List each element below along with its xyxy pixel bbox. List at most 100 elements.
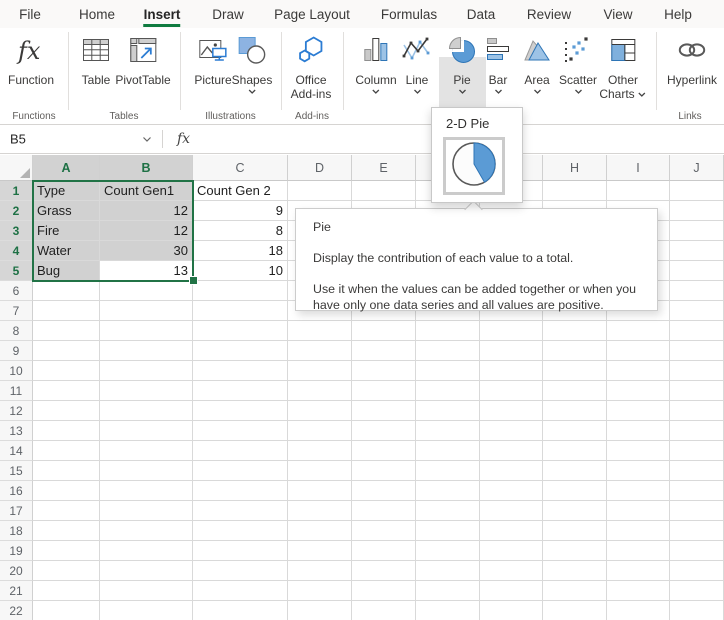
cell-B13[interactable] (100, 421, 193, 441)
cell-J22[interactable] (670, 601, 724, 620)
cell-B6[interactable] (100, 281, 193, 301)
cell-B1[interactable]: Count Gen1 (100, 181, 193, 201)
cell-B12[interactable] (100, 401, 193, 421)
cell-A17[interactable] (33, 501, 100, 521)
cell-B22[interactable] (100, 601, 193, 620)
cell-C2[interactable]: 9 (193, 201, 288, 221)
cell-H12[interactable] (543, 401, 607, 421)
row-header-19[interactable]: 19 (0, 541, 33, 561)
cell-J19[interactable] (670, 541, 724, 561)
shapes-button[interactable]: Shapes (232, 30, 273, 95)
cell-I11[interactable] (607, 381, 670, 401)
cell-I10[interactable] (607, 361, 670, 381)
chevron-down-icon[interactable] (573, 89, 582, 95)
cell-I1[interactable] (607, 181, 670, 201)
cell-J8[interactable] (670, 321, 724, 341)
cell-H1[interactable] (543, 181, 607, 201)
cell-D11[interactable] (288, 381, 352, 401)
cell-B17[interactable] (100, 501, 193, 521)
cell-D8[interactable] (288, 321, 352, 341)
cell-B15[interactable] (100, 461, 193, 481)
cell-D13[interactable] (288, 421, 352, 441)
column-header-D[interactable]: D (288, 155, 352, 181)
cell-C9[interactable] (193, 341, 288, 361)
cell-F10[interactable] (416, 361, 480, 381)
cell-C3[interactable]: 8 (193, 221, 288, 241)
row-header-3[interactable]: 3 (0, 221, 33, 241)
area-button[interactable]: Area (521, 30, 553, 95)
cell-A20[interactable] (33, 561, 100, 581)
cell-A5[interactable]: Bug (33, 261, 100, 281)
row-header-7[interactable]: 7 (0, 301, 33, 321)
cell-F11[interactable] (416, 381, 480, 401)
cell-G14[interactable] (480, 441, 543, 461)
cell-A9[interactable] (33, 341, 100, 361)
cell-E16[interactable] (352, 481, 416, 501)
cell-B7[interactable] (100, 301, 193, 321)
cell-C12[interactable] (193, 401, 288, 421)
cell-C6[interactable] (193, 281, 288, 301)
cell-E8[interactable] (352, 321, 416, 341)
cell-C10[interactable] (193, 361, 288, 381)
pivottable-button[interactable]: PivotTable (115, 30, 170, 87)
cell-G20[interactable] (480, 561, 543, 581)
cell-C22[interactable] (193, 601, 288, 620)
row-header-9[interactable]: 9 (0, 341, 33, 361)
cell-A16[interactable] (33, 481, 100, 501)
cell-B9[interactable] (100, 341, 193, 361)
cell-H16[interactable] (543, 481, 607, 501)
fx-icon[interactable]: fx (177, 131, 190, 147)
cell-J9[interactable] (670, 341, 724, 361)
cell-H19[interactable] (543, 541, 607, 561)
row-header-13[interactable]: 13 (0, 421, 33, 441)
cell-B20[interactable] (100, 561, 193, 581)
cell-I12[interactable] (607, 401, 670, 421)
cell-G19[interactable] (480, 541, 543, 561)
bar-button[interactable]: Bar (482, 30, 514, 95)
cell-E20[interactable] (352, 561, 416, 581)
cell-H15[interactable] (543, 461, 607, 481)
menu-tab-page-layout[interactable]: Page Layout (274, 0, 350, 28)
row-header-16[interactable]: 16 (0, 481, 33, 501)
cell-J21[interactable] (670, 581, 724, 601)
cell-C18[interactable] (193, 521, 288, 541)
cell-J13[interactable] (670, 421, 724, 441)
cell-J7[interactable] (670, 301, 724, 321)
cell-H17[interactable] (543, 501, 607, 521)
cell-B21[interactable] (100, 581, 193, 601)
cell-E9[interactable] (352, 341, 416, 361)
cell-H9[interactable] (543, 341, 607, 361)
line-button[interactable]: Line (401, 30, 433, 95)
cell-D20[interactable] (288, 561, 352, 581)
picture-button[interactable]: Picture (194, 30, 231, 87)
cell-A18[interactable] (33, 521, 100, 541)
cell-B14[interactable] (100, 441, 193, 461)
cell-C5[interactable]: 10 (193, 261, 288, 281)
cell-H22[interactable] (543, 601, 607, 620)
cell-B8[interactable] (100, 321, 193, 341)
cell-F19[interactable] (416, 541, 480, 561)
cell-C13[interactable] (193, 421, 288, 441)
cell-A4[interactable]: Water (33, 241, 100, 261)
cell-D1[interactable] (288, 181, 352, 201)
cell-A11[interactable] (33, 381, 100, 401)
cell-H8[interactable] (543, 321, 607, 341)
cell-E22[interactable] (352, 601, 416, 620)
cell-A3[interactable]: Fire (33, 221, 100, 241)
cell-C14[interactable] (193, 441, 288, 461)
cell-E21[interactable] (352, 581, 416, 601)
cell-B16[interactable] (100, 481, 193, 501)
cell-A13[interactable] (33, 421, 100, 441)
fill-handle[interactable] (189, 276, 198, 285)
cell-J16[interactable] (670, 481, 724, 501)
row-header-18[interactable]: 18 (0, 521, 33, 541)
menu-tab-help[interactable]: Help (664, 0, 692, 28)
pie-2d-option[interactable] (443, 137, 505, 195)
chevron-down-icon[interactable] (247, 89, 256, 95)
chevron-down-icon[interactable] (413, 89, 422, 95)
cell-I9[interactable] (607, 341, 670, 361)
cell-I18[interactable] (607, 521, 670, 541)
cell-D17[interactable] (288, 501, 352, 521)
cell-F21[interactable] (416, 581, 480, 601)
cell-C20[interactable] (193, 561, 288, 581)
